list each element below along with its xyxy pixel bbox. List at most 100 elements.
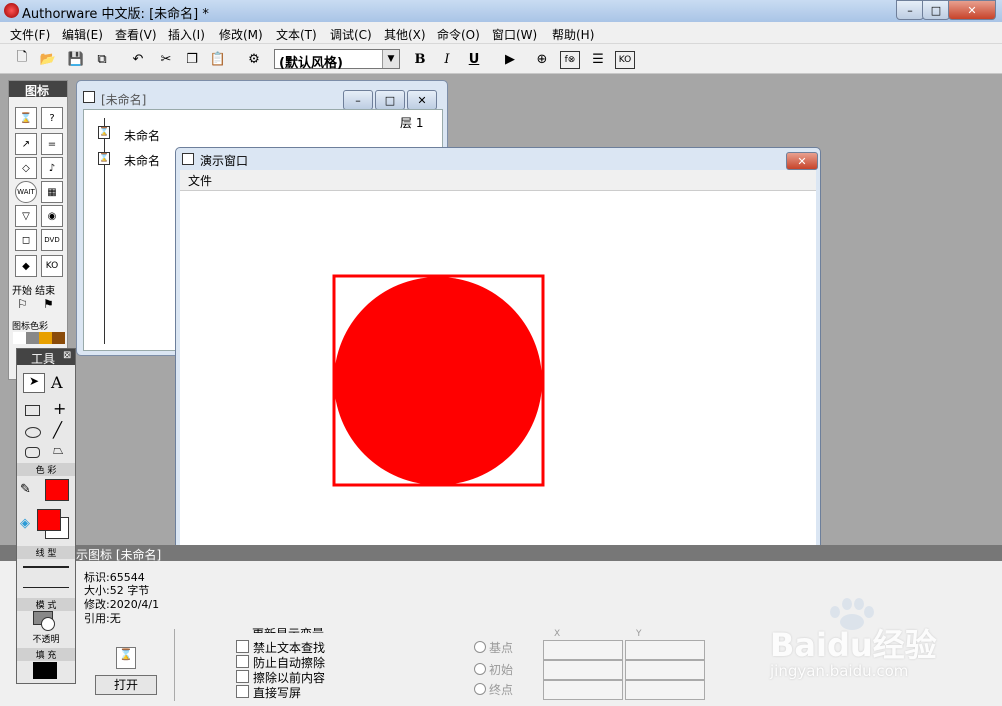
find-icon[interactable]: ⚙ bbox=[244, 49, 264, 69]
radio-base[interactable] bbox=[474, 641, 486, 653]
initial-x-field[interactable] bbox=[543, 660, 623, 680]
diagonal-line-tool-icon[interactable]: ╱ bbox=[53, 421, 62, 439]
bold-button[interactable]: B bbox=[410, 49, 430, 69]
radio-end[interactable] bbox=[474, 683, 486, 695]
new-file-icon[interactable]: 🗋 bbox=[12, 49, 32, 69]
ellipse-tool-icon[interactable] bbox=[25, 427, 41, 438]
copy-icon[interactable]: ❐ bbox=[182, 49, 202, 69]
checkbox-prevent-erase[interactable] bbox=[236, 655, 249, 668]
line-style-thin[interactable] bbox=[23, 587, 69, 588]
control-panel-icon[interactable]: ⊕ bbox=[532, 49, 552, 69]
minimize-button[interactable]: – bbox=[896, 0, 924, 20]
display-icon[interactable]: ⌛ bbox=[15, 107, 37, 129]
flow-minimize-button[interactable]: – bbox=[343, 90, 373, 110]
interaction-icon[interactable]: ◆ bbox=[15, 255, 37, 277]
cut-icon[interactable]: ✂ bbox=[156, 49, 176, 69]
icon-color-swatches[interactable] bbox=[13, 332, 65, 344]
decision-icon[interactable]: ? bbox=[41, 107, 63, 129]
tools-title: 工具 bbox=[31, 352, 56, 366]
checkbox-erase-previous[interactable] bbox=[236, 670, 249, 683]
framework-icon[interactable]: ◻ bbox=[15, 229, 37, 251]
flow-item-2[interactable]: 未命名 bbox=[124, 152, 160, 169]
fill-pattern-swatch[interactable] bbox=[33, 662, 57, 679]
underline-button[interactable]: U bbox=[464, 49, 484, 69]
base-x-field[interactable] bbox=[543, 640, 623, 660]
end-x-field[interactable] bbox=[543, 680, 623, 700]
base-y-field[interactable] bbox=[625, 640, 705, 660]
checkbox-no-text-search[interactable] bbox=[236, 640, 249, 653]
knowledge-objects-icon[interactable]: KO bbox=[615, 51, 635, 69]
menu-modify[interactable]: 修改(M) bbox=[219, 26, 263, 43]
fill-color-swatch[interactable] bbox=[37, 509, 61, 531]
chevron-down-icon[interactable]: ▼ bbox=[382, 50, 399, 68]
motion-icon[interactable]: ↗ bbox=[15, 133, 37, 155]
polygon-tool-icon[interactable]: ⏢ bbox=[53, 443, 63, 458]
close-button[interactable]: ✕ bbox=[948, 0, 996, 20]
open-file-icon[interactable]: 📂 bbox=[38, 49, 58, 69]
radio-initial[interactable] bbox=[474, 663, 486, 675]
pencil-icon: ✎ bbox=[20, 482, 31, 497]
menu-window[interactable]: 窗口(W) bbox=[492, 26, 537, 43]
tools-close-icon[interactable]: ⊠ bbox=[63, 350, 71, 361]
style-select[interactable]: (默认风格) ▼ bbox=[274, 49, 400, 71]
sound-icon[interactable]: ♪ bbox=[41, 157, 63, 179]
flowline-display-icon[interactable]: ⌛ bbox=[98, 126, 110, 139]
save-all-icon[interactable]: 💾 bbox=[66, 49, 86, 69]
menu-other[interactable]: 其他(X) bbox=[384, 26, 426, 43]
pen-color-swatch[interactable] bbox=[45, 479, 69, 501]
maximize-button[interactable]: □ bbox=[922, 0, 950, 20]
properties-divider bbox=[174, 629, 175, 701]
checkbox-direct-write[interactable] bbox=[236, 685, 249, 698]
flow-maximize-button[interactable]: □ bbox=[375, 90, 405, 110]
presentation-close-button[interactable]: ✕ bbox=[786, 152, 818, 170]
movie-icon[interactable]: ◉ bbox=[41, 205, 63, 227]
video-icon[interactable]: ▦ bbox=[41, 181, 63, 203]
flowline-display-icon-2[interactable]: ⌛ bbox=[98, 152, 110, 165]
ko-icon[interactable]: KO bbox=[41, 255, 63, 277]
menu-file[interactable]: 文件(F) bbox=[10, 26, 50, 43]
menu-debug[interactable]: 调试(C) bbox=[330, 26, 372, 43]
menu-insert[interactable]: 插入(I) bbox=[168, 26, 205, 43]
erase-icon[interactable]: ◇ bbox=[15, 157, 37, 179]
functions-icon[interactable]: f⊗ bbox=[560, 51, 580, 69]
label-direct-write: 直接写屏 bbox=[253, 686, 302, 700]
undo-icon[interactable]: ↶ bbox=[128, 49, 148, 69]
pointer-tool-icon[interactable]: ➤ bbox=[23, 373, 45, 393]
menu-command[interactable]: 命令(O) bbox=[437, 26, 480, 43]
paste-icon[interactable]: 📋 bbox=[208, 49, 228, 69]
title-bar: Authorware 中文版: [未命名] * – □ ✕ bbox=[0, 0, 1002, 22]
label-base: 基点 bbox=[489, 641, 514, 655]
line-style-thick[interactable] bbox=[23, 566, 69, 568]
menu-help[interactable]: 帮助(H) bbox=[552, 26, 594, 43]
line-tool-icon[interactable]: + bbox=[53, 399, 66, 418]
navigate-icon[interactable]: ▽ bbox=[15, 205, 37, 227]
mode-section-label: 模 式 bbox=[17, 598, 75, 611]
variables-icon[interactable]: ☰ bbox=[588, 49, 608, 69]
properties-header: 示图标 [未命名] bbox=[0, 545, 1002, 562]
italic-button[interactable]: I bbox=[437, 49, 457, 69]
rectangle-tool-icon[interactable] bbox=[25, 405, 40, 416]
menu-bar: 文件(F) 编辑(E) 查看(V) 插入(I) 修改(M) 文本(T) 调试(C… bbox=[0, 22, 1002, 44]
flow-close-button[interactable]: ✕ bbox=[407, 90, 437, 110]
rounded-rect-tool-icon[interactable] bbox=[25, 447, 40, 458]
run-icon[interactable]: ▶ bbox=[500, 49, 520, 69]
open-button[interactable]: 打开 bbox=[95, 675, 157, 695]
import-icon[interactable]: ⧉ bbox=[92, 49, 112, 69]
menu-text[interactable]: 文本(T) bbox=[276, 26, 317, 43]
red-filled-circle[interactable] bbox=[334, 277, 542, 485]
wait-icon[interactable]: WAIT bbox=[15, 181, 37, 203]
preview-icon: ⌛ bbox=[116, 647, 136, 669]
end-y-field[interactable] bbox=[625, 680, 705, 700]
menu-edit[interactable]: 编辑(E) bbox=[62, 26, 103, 43]
calc-icon[interactable]: = bbox=[41, 133, 63, 155]
toolbar: 🗋 📂 💾 ⧉ ↶ ✂ ❐ 📋 ⚙ (默认风格) ▼ B I U ▶ ⊕ f⊗ … bbox=[0, 44, 1002, 74]
initial-y-field[interactable] bbox=[625, 660, 705, 680]
dvd-icon[interactable]: DVD bbox=[41, 229, 63, 251]
window-title: Authorware 中文版: [未命名] * bbox=[22, 7, 209, 22]
presentation-menu-file[interactable]: 文件 bbox=[188, 172, 212, 189]
flow-item-1[interactable]: 未命名 bbox=[124, 127, 160, 144]
end-flag-icon[interactable]: ⚑ bbox=[43, 297, 54, 311]
start-flag-icon[interactable]: ⚐ bbox=[17, 297, 28, 311]
menu-view[interactable]: 查看(V) bbox=[115, 26, 157, 43]
text-tool-icon[interactable]: A bbox=[51, 373, 63, 392]
